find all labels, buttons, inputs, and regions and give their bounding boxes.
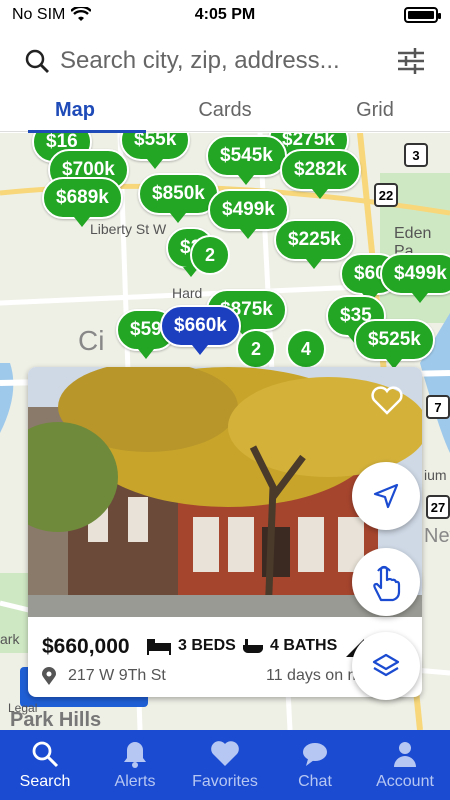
days-on-market: 11 days on m — [266, 667, 361, 684]
chat-icon — [303, 743, 327, 766]
highway-shield: 27 — [426, 495, 450, 519]
nav-alerts[interactable]: Alerts — [90, 730, 180, 800]
listing-address: 217 W 9Th St — [42, 667, 166, 685]
locate-me-button[interactable] — [352, 462, 420, 530]
search-icon — [25, 49, 49, 73]
nav-chat[interactable]: Chat — [270, 730, 360, 800]
map-street-label: Liberty St W — [90, 221, 167, 237]
location-pin-icon — [42, 667, 56, 685]
price-pin[interactable]: $225k — [274, 219, 355, 269]
bottom-navigation: Search Alerts Favorites Chat Account — [0, 730, 450, 800]
search-input[interactable]: Search city, zip, address... — [60, 47, 396, 75]
map-area-label-ium: ium — [424, 467, 447, 483]
layers-icon — [372, 653, 400, 677]
nav-label: Chat — [298, 773, 332, 790]
price-pin[interactable]: $499k — [208, 189, 289, 239]
price-pin[interactable]: $525k — [354, 319, 435, 369]
heart-icon — [211, 741, 239, 766]
favorite-heart-icon[interactable] — [370, 385, 404, 415]
price-pin[interactable]: $689k — [42, 177, 123, 227]
bathtub-icon — [243, 639, 263, 654]
beds-label: 3 BEDS — [178, 637, 236, 654]
nav-label: Search — [19, 773, 71, 790]
clock: 4:05 PM — [194, 6, 256, 23]
bell-icon — [124, 742, 146, 768]
highway-shield: 3 — [404, 143, 428, 167]
map-city-label: Ci — [78, 325, 105, 356]
map-layers-button[interactable] — [352, 632, 420, 700]
search-icon — [32, 741, 59, 768]
listing-price: $660,000 — [42, 635, 130, 658]
status-bar: No SIM 4:05 PM — [0, 0, 450, 30]
address-text: 217 W 9Th St — [68, 667, 166, 684]
listing-cluster[interactable]: 4 — [286, 329, 326, 369]
bed-icon — [147, 639, 171, 655]
listing-cluster[interactable]: 2 — [236, 329, 276, 369]
navigation-arrow-icon — [373, 483, 399, 509]
map-area-label-hard: Hard — [172, 285, 203, 301]
baths-label: 4 BATHS — [270, 637, 338, 654]
wifi-icon — [71, 7, 92, 21]
filter-sliders-icon[interactable] — [396, 46, 426, 76]
person-icon — [394, 742, 416, 767]
listing-beds: 3 BEDS — [146, 637, 236, 655]
nav-label: Alerts — [114, 773, 156, 790]
carrier-label: No SIM — [12, 6, 66, 23]
highway-shield: 22 — [374, 183, 398, 207]
battery-icon — [404, 7, 441, 23]
hand-pointer-icon — [373, 565, 401, 602]
price-pin[interactable]: $499k — [380, 253, 450, 303]
search-bar[interactable]: Search city, zip, address... — [0, 38, 450, 84]
nav-account[interactable]: Account — [360, 730, 450, 800]
tab-grid[interactable]: Grid — [300, 92, 450, 131]
listing-baths: 4 BATHS — [242, 637, 337, 655]
draw-search-button[interactable] — [352, 548, 420, 616]
map-area-label-new: New — [424, 525, 450, 547]
map-area-label-park: ark — [0, 631, 20, 647]
nav-label: Favorites — [192, 773, 258, 790]
selected-price-pin[interactable]: $660k — [160, 305, 241, 355]
map-area-label-park-hills: Park Hills — [10, 709, 102, 730]
nav-search[interactable]: Search — [0, 730, 90, 800]
price-pin[interactable]: $545k — [206, 135, 287, 185]
tab-cards[interactable]: Cards — [150, 92, 300, 131]
listing-cluster[interactable]: 2 — [190, 235, 230, 275]
view-tabs: Map Cards Grid — [0, 92, 450, 133]
highway-shield: 7 — [426, 395, 450, 419]
nav-favorites[interactable]: Favorites — [180, 730, 270, 800]
tab-map[interactable]: Map — [0, 92, 150, 133]
price-pin[interactable]: $850k — [138, 173, 219, 223]
nav-label: Account — [376, 773, 434, 790]
price-pin[interactable]: $282k — [280, 149, 361, 199]
price-pin[interactable]: $55k — [120, 133, 191, 169]
